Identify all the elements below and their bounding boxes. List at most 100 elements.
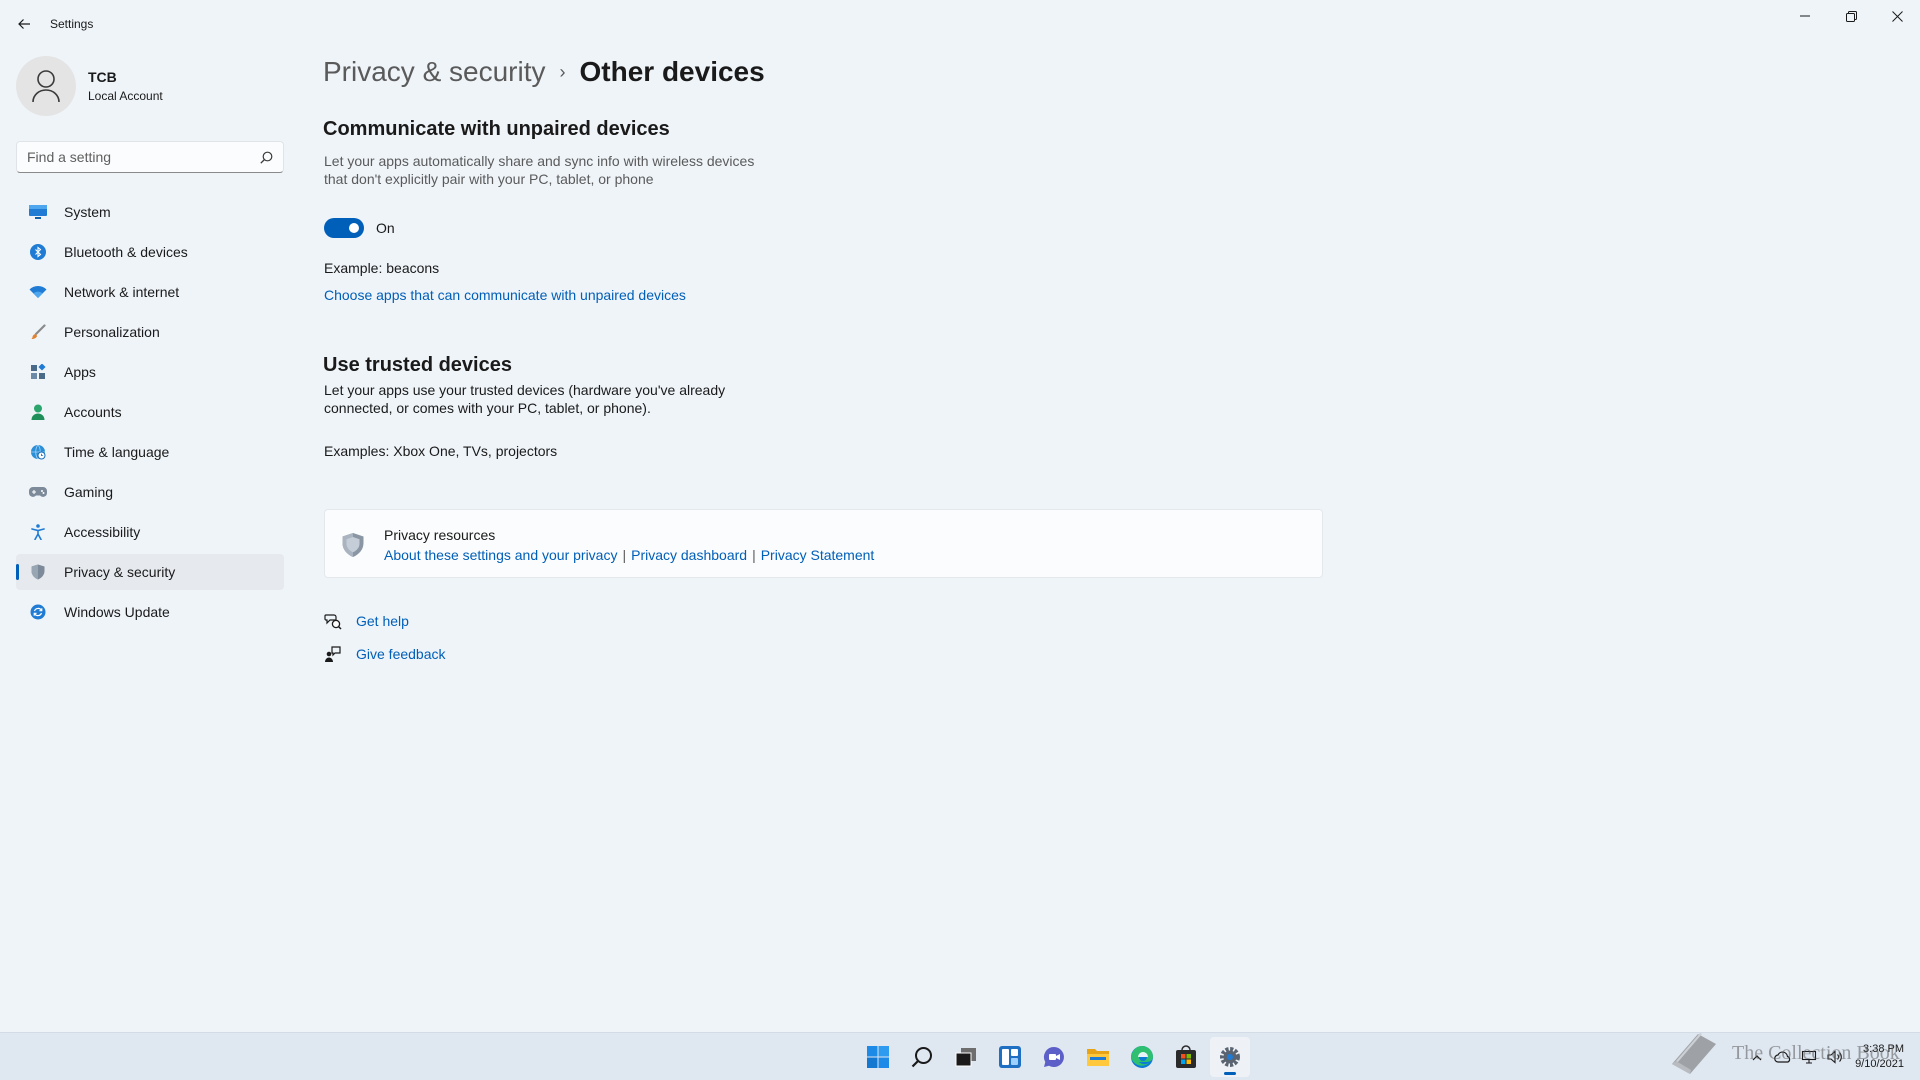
person-icon xyxy=(32,70,60,103)
accessibility-icon xyxy=(28,522,48,542)
sidebar-item-label: Personalization xyxy=(64,324,160,340)
monitor-icon xyxy=(28,202,48,222)
sidebar-item-label: Accounts xyxy=(64,404,122,420)
sidebar-item-label: Network & internet xyxy=(64,284,180,300)
avatar xyxy=(16,56,76,116)
sidebar-item-bluetooth[interactable]: Bluetooth & devices xyxy=(16,234,284,270)
about-settings-privacy-link[interactable]: About these settings and your privacy xyxy=(384,547,617,563)
trusted-heading: Use trusted devices xyxy=(323,354,512,376)
unpaired-example: Example: beacons xyxy=(324,260,440,276)
title-bar: Settings xyxy=(0,0,1920,48)
sidebar-item-system[interactable]: System xyxy=(16,194,284,230)
give-feedback-link[interactable]: Give feedback xyxy=(323,644,446,664)
sidebar-nav: System Bluetooth & devices Network & int… xyxy=(16,194,284,634)
breadcrumb-separator: › xyxy=(559,61,566,82)
sidebar-item-label: Privacy & security xyxy=(64,564,176,580)
privacy-resources-title: Privacy resources xyxy=(384,527,496,543)
sidebar-item-privacy-security[interactable]: Privacy & security xyxy=(16,554,284,590)
sidebar-item-personalization[interactable]: Personalization xyxy=(16,314,284,350)
sidebar-item-accounts[interactable]: Accounts xyxy=(16,394,284,430)
sidebar-item-label: Windows Update xyxy=(64,604,170,620)
brush-icon xyxy=(28,322,48,342)
widgets-icon xyxy=(999,1046,1021,1068)
breadcrumb-parent[interactable]: Privacy & security xyxy=(323,56,546,88)
watermark-text: The Collection Book xyxy=(1732,1041,1900,1064)
gamepad-icon xyxy=(28,482,48,502)
update-icon xyxy=(28,602,48,622)
privacy-statement-link[interactable]: Privacy Statement xyxy=(761,547,875,563)
sidebar-item-label: Apps xyxy=(64,364,96,380)
sidebar-item-label: Bluetooth & devices xyxy=(64,244,188,260)
taskbar-store-button[interactable] xyxy=(1166,1037,1206,1077)
trusted-example: Examples: Xbox One, TVs, projectors xyxy=(324,443,558,459)
back-button[interactable] xyxy=(10,10,38,38)
watermark: The Collection Book xyxy=(1668,1030,1900,1076)
book-icon xyxy=(1672,1033,1716,1074)
privacy-dashboard-link[interactable]: Privacy dashboard xyxy=(631,547,747,563)
minimize-button[interactable] xyxy=(1782,0,1828,32)
wifi-icon xyxy=(28,282,48,302)
page-title: Other devices xyxy=(579,56,765,87)
sidebar-item-label: Accessibility xyxy=(64,524,141,540)
profile-name: TCB xyxy=(88,69,117,85)
link-separator: | xyxy=(622,547,627,563)
apps-icon xyxy=(28,362,48,382)
privacy-resources-card: Privacy resources About these settings a… xyxy=(324,509,1323,578)
sidebar-item-label: System xyxy=(64,204,111,220)
sidebar-item-time-language[interactable]: Time & language xyxy=(16,434,284,470)
restore-icon xyxy=(1845,10,1857,22)
search-icon[interactable] xyxy=(260,151,273,164)
toggle-switch[interactable] xyxy=(324,218,364,238)
search-icon xyxy=(911,1047,932,1068)
taskbar: 3:38 PM 9/10/2021 xyxy=(0,1032,1920,1080)
person-icon xyxy=(28,402,48,422)
trusted-description: Let your apps use your trusted devices (… xyxy=(324,382,726,416)
get-help-label: Get help xyxy=(356,613,409,629)
taskbar-settings-button[interactable] xyxy=(1210,1037,1250,1077)
unpaired-heading: Communicate with unpaired devices xyxy=(323,118,670,140)
chat-icon xyxy=(1043,1046,1064,1067)
breadcrumb: Privacy & security › Other devices xyxy=(323,56,765,88)
task-view-icon xyxy=(955,1048,976,1067)
store-icon xyxy=(1176,1045,1196,1068)
toggle-state-label: On xyxy=(376,220,395,236)
taskbar-edge-button[interactable] xyxy=(1122,1037,1162,1077)
profile-account-type: Local Account xyxy=(88,89,163,103)
sidebar-item-accessibility[interactable]: Accessibility xyxy=(16,514,284,550)
sidebar-item-label: Time & language xyxy=(64,444,170,460)
privacy-resources-links: About these settings and your privacy | … xyxy=(384,547,874,563)
settings-icon xyxy=(1220,1047,1240,1067)
taskbar-apps xyxy=(856,1033,1252,1080)
search-input[interactable] xyxy=(27,149,260,165)
close-button[interactable] xyxy=(1874,0,1920,32)
restore-button[interactable] xyxy=(1828,0,1874,32)
search-box xyxy=(16,141,284,173)
edge-icon xyxy=(1131,1046,1153,1068)
window-controls xyxy=(1782,0,1920,32)
taskbar-search-button[interactable] xyxy=(902,1037,942,1077)
sidebar-item-network[interactable]: Network & internet xyxy=(16,274,284,310)
start-icon xyxy=(867,1046,889,1068)
taskbar-start-button[interactable] xyxy=(858,1037,898,1077)
shield-icon xyxy=(342,533,364,557)
taskbar-file-explorer-button[interactable] xyxy=(1078,1037,1118,1077)
unpaired-description: Let your apps automatically share and sy… xyxy=(324,153,755,187)
app-title: Settings xyxy=(50,17,94,31)
taskbar-chat-button[interactable] xyxy=(1034,1037,1074,1077)
globe-clock-icon xyxy=(28,442,48,462)
bluetooth-icon xyxy=(28,242,48,262)
back-arrow-icon xyxy=(18,19,30,29)
link-separator: | xyxy=(752,547,756,563)
sidebar-item-windows-update[interactable]: Windows Update xyxy=(16,594,284,630)
get-help-link[interactable]: Get help xyxy=(323,611,409,631)
sidebar-item-label: Gaming xyxy=(64,484,114,500)
sidebar-item-gaming[interactable]: Gaming xyxy=(16,474,284,510)
taskbar-task-view-button[interactable] xyxy=(946,1037,986,1077)
unpaired-toggle[interactable]: On xyxy=(324,218,395,238)
sidebar-item-apps[interactable]: Apps xyxy=(16,354,284,390)
taskbar-widgets-button[interactable] xyxy=(990,1037,1030,1077)
file-explorer-icon xyxy=(1087,1049,1109,1066)
get-help-icon xyxy=(323,611,343,631)
user-profile[interactable]: TCB Local Account xyxy=(16,56,163,116)
choose-apps-link[interactable]: Choose apps that can communicate with un… xyxy=(324,287,686,303)
